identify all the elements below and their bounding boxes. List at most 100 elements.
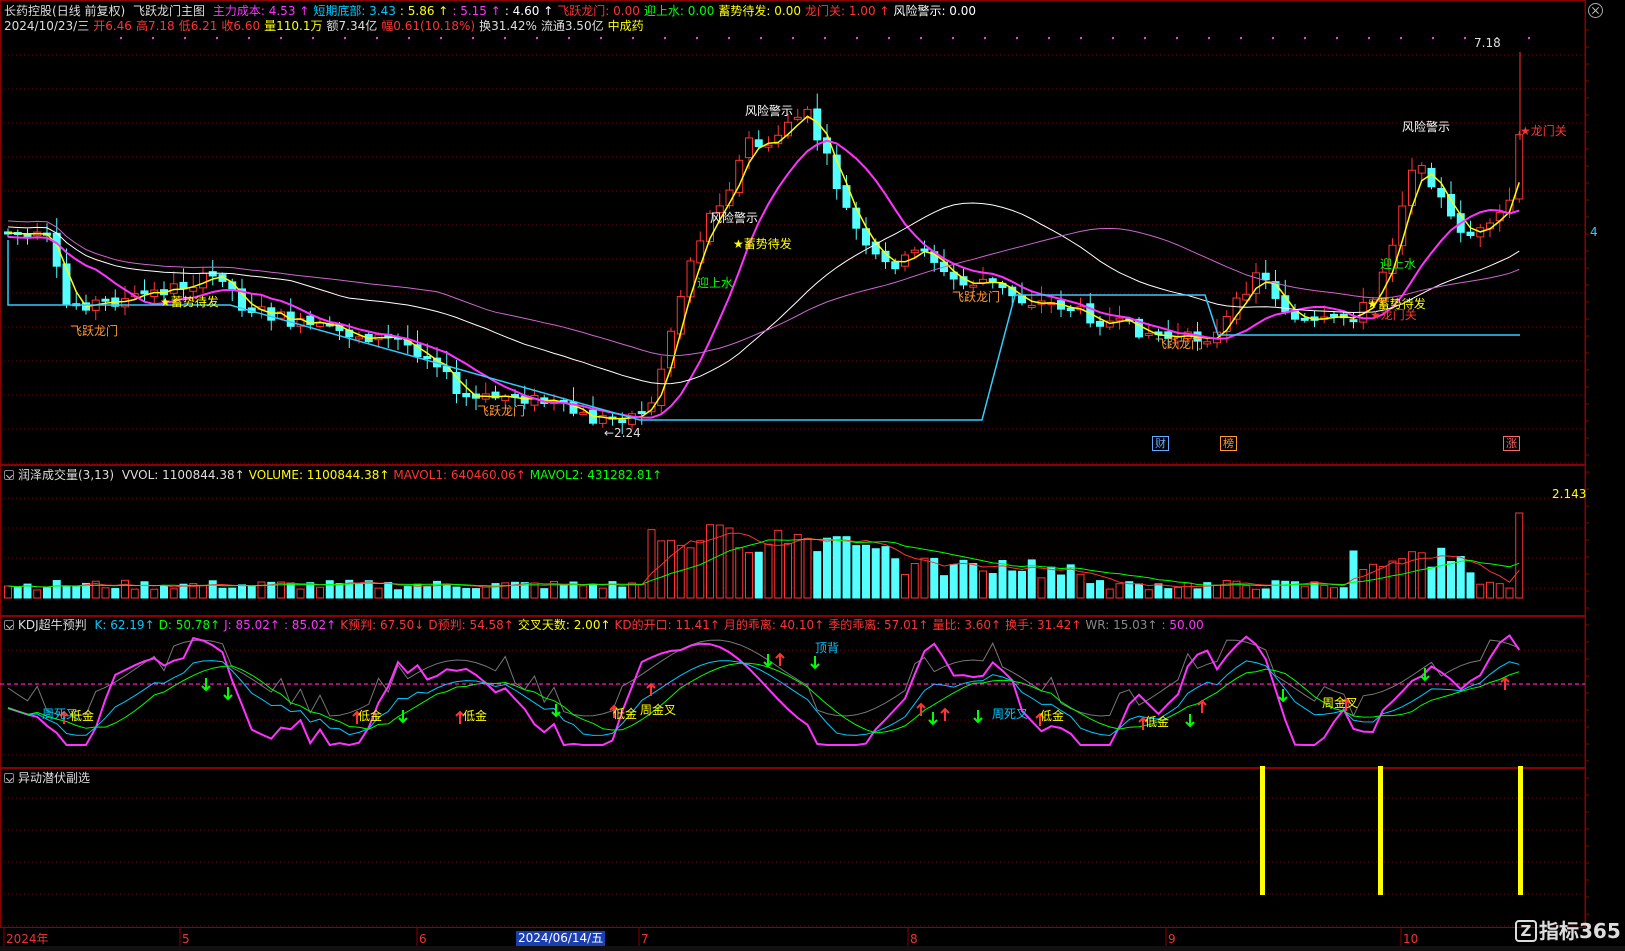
volume-bar (1447, 561, 1455, 599)
volume-bar (1408, 551, 1416, 599)
kdj-arrow-icon (223, 687, 233, 701)
volume-title[interactable]: 润泽成交量(3,13) (18, 468, 114, 482)
volume-bar (1213, 584, 1221, 599)
volume-bar (949, 564, 958, 599)
kdj-value: 月的乖离: 40.10↑ (723, 618, 825, 632)
kdj-title[interactable]: KDJ超牛预判 (18, 618, 87, 632)
volume-bar (793, 533, 802, 599)
chart-annotation: 风险警示 (1402, 120, 1451, 134)
formula-name[interactable]: 飞跃龙门主图 (133, 4, 205, 18)
candle-body (189, 287, 198, 292)
candle-body (618, 419, 627, 424)
volume-bar (1281, 580, 1290, 599)
volume-bar (1037, 577, 1046, 599)
candle-body (423, 356, 432, 360)
volume-bar (637, 584, 646, 599)
kdj-arrow-icon (646, 682, 656, 696)
event-tag[interactable]: 涨 (1503, 436, 1520, 451)
volume-bar (842, 536, 851, 599)
volume-bar (823, 537, 831, 599)
panel-menu-icon[interactable] (4, 470, 14, 480)
volume-bar (930, 557, 939, 599)
indicator-value: 风险警示: 0.00 (893, 4, 977, 18)
signal-dot (1144, 37, 1146, 39)
kdj-arrow-icon (1278, 689, 1288, 703)
volume-bar (325, 580, 334, 599)
volume-header: 润泽成交量(3,13) VVOL: 1100844.38↑ VOLUME: 110… (0, 468, 670, 483)
event-tag[interactable]: 财 (1152, 436, 1169, 451)
ohlc-value: 流通3.50亿 (540, 19, 604, 33)
stock-name[interactable]: 长药控股 (4, 4, 52, 18)
kdj-arrow-icon (928, 712, 938, 726)
kdj-annotation: 低金 (358, 709, 383, 723)
candle-body (1203, 341, 1212, 345)
volume-bar (657, 540, 666, 599)
ohlc-value: 2024/10/23/三 (4, 19, 90, 33)
signal-dot (312, 37, 314, 39)
volume-bar (540, 588, 549, 599)
current-price-marker: 4 (1590, 225, 1598, 239)
volume-bar (1359, 569, 1368, 599)
volume-bar (72, 585, 81, 599)
volume-value: VOLUME: 1100844.38↑ (248, 468, 390, 482)
volume-bar (969, 563, 978, 599)
main-header: 长药控股(日线 前复权) 飞跃龙门主图 主力成本: 4.53 ↑ 短期底部: 3.… (0, 4, 984, 19)
chart-annotation: ★龙门关 (1370, 308, 1417, 322)
signal-dot (696, 37, 698, 39)
ohlc-value: 换31.42% (479, 19, 537, 33)
kdj-annotation: 顶背 (815, 641, 840, 655)
volume-bar (1164, 588, 1173, 599)
volume-bar (979, 570, 987, 599)
period-label[interactable]: (日线 前复权) (52, 4, 125, 18)
kdj-annotation: 周死叉 (992, 707, 1029, 721)
indicator-value: : 5.86 ↑ (399, 4, 449, 18)
close-icon[interactable] (1588, 3, 1603, 18)
volume-bar (150, 588, 159, 599)
volume-bar (686, 547, 695, 599)
volume-bar (228, 587, 237, 599)
candle-body (754, 139, 763, 148)
volume-bar (1271, 580, 1280, 599)
indicator-value: : 5.15 ↑ (452, 4, 501, 18)
panel-menu-icon[interactable] (4, 620, 14, 630)
bottom-tab-strip[interactable] (0, 946, 1625, 951)
ohlc-value: 低6.21 (178, 19, 218, 33)
candle-body (1115, 317, 1124, 321)
kdj-value: : 85.02↑ (283, 618, 337, 632)
volume-bar (1369, 563, 1377, 599)
candle-body (1417, 165, 1426, 174)
kdj-value: 换手: 31.42↑ (1005, 618, 1082, 632)
ohlc-value: 幅0.61(10.18%) (381, 19, 476, 33)
signal-dot (344, 37, 346, 39)
candle-body (1281, 295, 1290, 313)
volume-bar (316, 586, 324, 599)
signal-dot (824, 37, 826, 39)
volume-bar (735, 547, 744, 599)
logo-text: 指标365 (1539, 919, 1621, 943)
candle-body (462, 392, 471, 398)
indicator-value: 飞跃龙门: 0.00 (557, 4, 640, 18)
volume-bar (1154, 583, 1163, 599)
signal-dot (1336, 37, 1338, 39)
kdj-arrow-icon (916, 702, 926, 716)
panel-menu-icon[interactable] (4, 773, 14, 783)
candle-body (101, 298, 110, 302)
volume-bar (745, 552, 753, 599)
volume-bar (403, 586, 412, 599)
panel-frame (0, 616, 1586, 768)
candle-body (910, 249, 919, 254)
volume-bar (940, 575, 948, 599)
candle-body (1330, 313, 1338, 317)
event-tag[interactable]: 榜 (1220, 436, 1237, 451)
volume-bar (910, 562, 919, 599)
volume-max-label: 2.143 (1552, 487, 1587, 501)
volume-bar (1222, 579, 1231, 599)
volume-bar (218, 587, 227, 599)
kdj-value: D: 50.78↑ (158, 618, 221, 632)
volume-bar (1144, 589, 1153, 599)
signal-title[interactable]: 异动潜伏副选 (18, 771, 90, 785)
signal-dot (1048, 37, 1050, 39)
volume-bar (1339, 587, 1348, 599)
volume-bar (1096, 580, 1104, 599)
chart-annotation: 飞跃龙门 (477, 404, 526, 418)
